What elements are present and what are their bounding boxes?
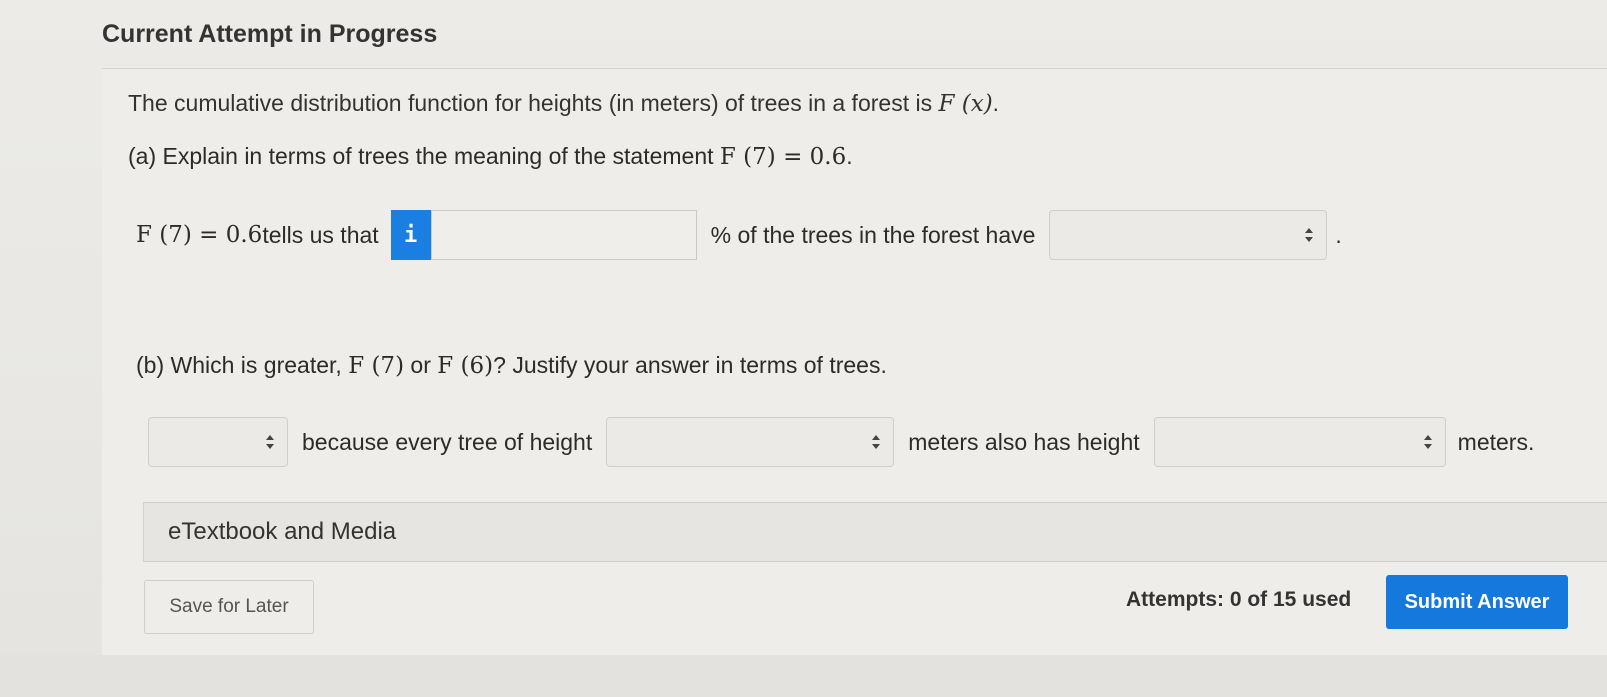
part-a-answer-text: tells us that [262,221,379,248]
intro-text: The cumulative distribution function for… [128,90,939,116]
part-a-answer-row: F (7) = 0.6 tells us that i % of the tre… [136,210,1342,260]
part-b-math1: F (7) [348,353,405,379]
intro-end: . [992,90,1000,116]
height-comparison-select[interactable] [1049,210,1328,260]
updown-chevron-icon [266,435,274,449]
height-select-2[interactable] [1153,417,1446,467]
part-b-math2: F (6) [437,353,494,379]
page: Current Attempt in Progress The cumulati… [0,0,1607,697]
save-for-later-button[interactable]: Save for Later [144,580,314,634]
part-b-text: (b) Which is greater, [136,352,349,378]
attempts-counter: Attempts: 0 of 15 used [1126,588,1352,611]
updown-chevron-icon [1423,435,1432,449]
part-b-answer-row: because every tree of height meters also… [148,417,1534,467]
part-a-math: F (7) = 0.6 [719,144,847,170]
part-a-text: (a) Explain in terms of trees the meanin… [128,143,720,169]
question-intro: The cumulative distribution function for… [128,90,999,117]
submit-answer-button[interactable]: Submit Answer [1386,575,1568,629]
part-a-prompt: (a) Explain in terms of trees the meanin… [128,143,853,170]
updown-chevron-icon [1305,228,1314,242]
height-select-1[interactable] [606,417,895,467]
info-icon[interactable]: i [390,210,431,260]
part-b-text1: because every tree of height [302,428,593,455]
bottom-strip [0,655,1607,697]
part-a-end: . [846,143,853,169]
part-b-text3: meters. [1457,428,1535,455]
greater-select[interactable] [148,417,288,467]
intro-math: F (x) [938,91,993,117]
part-a-end-punct: . [1335,221,1342,248]
updown-chevron-icon [872,435,881,449]
etextbook-media-section[interactable]: eTextbook and Media [143,502,1607,562]
part-a-after-input: % of the trees in the forest have [710,221,1036,248]
part-b-text2: meters also has height [908,428,1140,455]
part-a-answer-math: F (7) = 0.6 [136,222,263,248]
percent-input[interactable] [430,210,697,260]
page-title: Current Attempt in Progress [102,20,438,48]
part-b-prompt: (b) Which is greater, F (7) or F (6)? Ju… [136,352,887,379]
part-b-or: or [404,352,438,378]
part-b-end: ? Justify your answer in terms of trees. [493,352,887,378]
